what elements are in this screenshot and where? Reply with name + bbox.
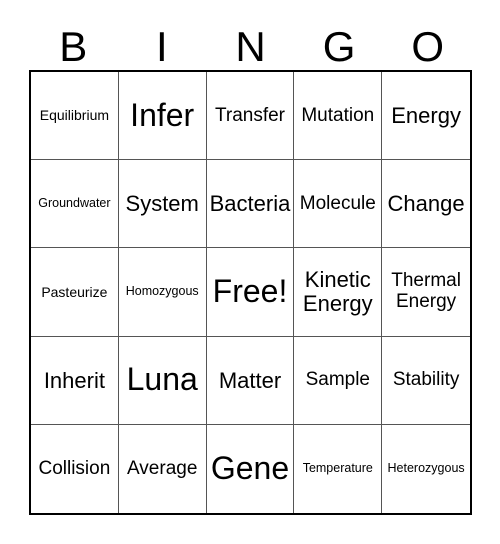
bingo-cell-label: Change <box>387 191 465 217</box>
bingo-cell-r5c3[interactable]: Gene <box>206 424 295 513</box>
bingo-cell-r5c1[interactable]: Collision <box>31 424 119 513</box>
bingo-cell-r3c2[interactable]: Homozygous <box>118 248 207 337</box>
bingo-header-letter-g: G <box>322 23 356 70</box>
bingo-grid: Equilibrium Infer Transfer Mutation Energy Gr… <box>29 70 472 515</box>
bingo-cell-r4c1[interactable]: Inherit <box>31 336 119 425</box>
bingo-cell-label: System <box>125 191 199 217</box>
bingo-header-letter-i: I <box>156 23 168 70</box>
bingo-cell-label: Equilibrium <box>39 107 110 124</box>
bingo-cell-r5c5[interactable]: Heterozygous <box>382 424 470 513</box>
bingo-cell-label: Groundwater <box>38 196 111 211</box>
bingo-cell-label: Inherit <box>43 367 105 393</box>
bingo-cell-r4c5[interactable]: Stability <box>382 336 470 425</box>
bingo-cell-r5c2[interactable]: Average <box>118 424 207 513</box>
bingo-cell-label: Free! <box>212 273 288 310</box>
bingo-cell-label: Homozygous <box>125 284 199 299</box>
bingo-cell-r1c2[interactable]: Infer <box>118 72 207 161</box>
bingo-header-letter-b: B <box>59 23 88 70</box>
bingo-cell-label: Heterozygous <box>387 461 465 476</box>
bingo-cell-label: Average <box>126 457 198 479</box>
bingo-cell-r1c1[interactable]: Equilibrium <box>31 72 119 161</box>
bingo-cell-r4c2[interactable]: Luna <box>118 336 207 425</box>
bingo-card: B I N G O Equilibrium Infer Transfer Mutation En… <box>0 0 500 544</box>
bingo-cell-r1c3[interactable]: Transfer <box>206 72 295 161</box>
bingo-cell-label: Gene <box>210 450 290 487</box>
bingo-cell-label: Sample <box>305 369 370 391</box>
bingo-cell-r2c1[interactable]: Groundwater <box>31 160 119 249</box>
bingo-cell-label: Infer <box>130 96 195 133</box>
bingo-cell-label: Matter <box>218 367 282 393</box>
bingo-cell-r1c5[interactable]: Energy <box>382 72 470 161</box>
bingo-cell-r3c1[interactable]: Pasteurize <box>31 248 119 337</box>
bingo-cell-label: Mutation <box>301 104 375 126</box>
bingo-cell-r2c3[interactable]: Bacteria <box>206 160 295 249</box>
bingo-cell-label: Pasteurize <box>41 283 108 300</box>
bingo-cell-label: Molecule <box>299 192 376 214</box>
bingo-cell-label: Collision <box>38 457 111 479</box>
bingo-cell-label: Stability <box>392 369 460 391</box>
bingo-cell-r3c5[interactable]: Thermal Energy <box>382 248 470 337</box>
bingo-cell-r1c4[interactable]: Mutation <box>294 72 383 161</box>
bingo-cell-r3c4[interactable]: Kinetic Energy <box>294 248 383 337</box>
bingo-cell-label: Temperature <box>302 461 373 476</box>
bingo-cell-label: Bacteria <box>209 191 291 217</box>
bingo-cell-r4c3[interactable]: Matter <box>206 336 295 425</box>
bingo-cell-free-space[interactable]: Free! <box>206 248 295 337</box>
bingo-header-letter-n: N <box>235 23 266 70</box>
bingo-cell-r2c5[interactable]: Change <box>382 160 470 249</box>
bingo-cell-label: Kinetic Energy <box>302 267 373 316</box>
bingo-cell-label: Thermal Energy <box>391 270 461 312</box>
bingo-header-letter-o: O <box>411 23 444 70</box>
bingo-cell-label: Energy <box>391 103 461 129</box>
bingo-cell-label: Luna <box>126 361 198 398</box>
bingo-header-row: BINGO <box>29 14 472 70</box>
bingo-cell-r2c2[interactable]: System <box>118 160 207 249</box>
bingo-cell-r4c4[interactable]: Sample <box>294 336 383 425</box>
bingo-cell-r5c4[interactable]: Temperature <box>294 424 383 513</box>
bingo-cell-label: Transfer <box>214 104 286 126</box>
bingo-cell-r2c4[interactable]: Molecule <box>294 160 383 249</box>
